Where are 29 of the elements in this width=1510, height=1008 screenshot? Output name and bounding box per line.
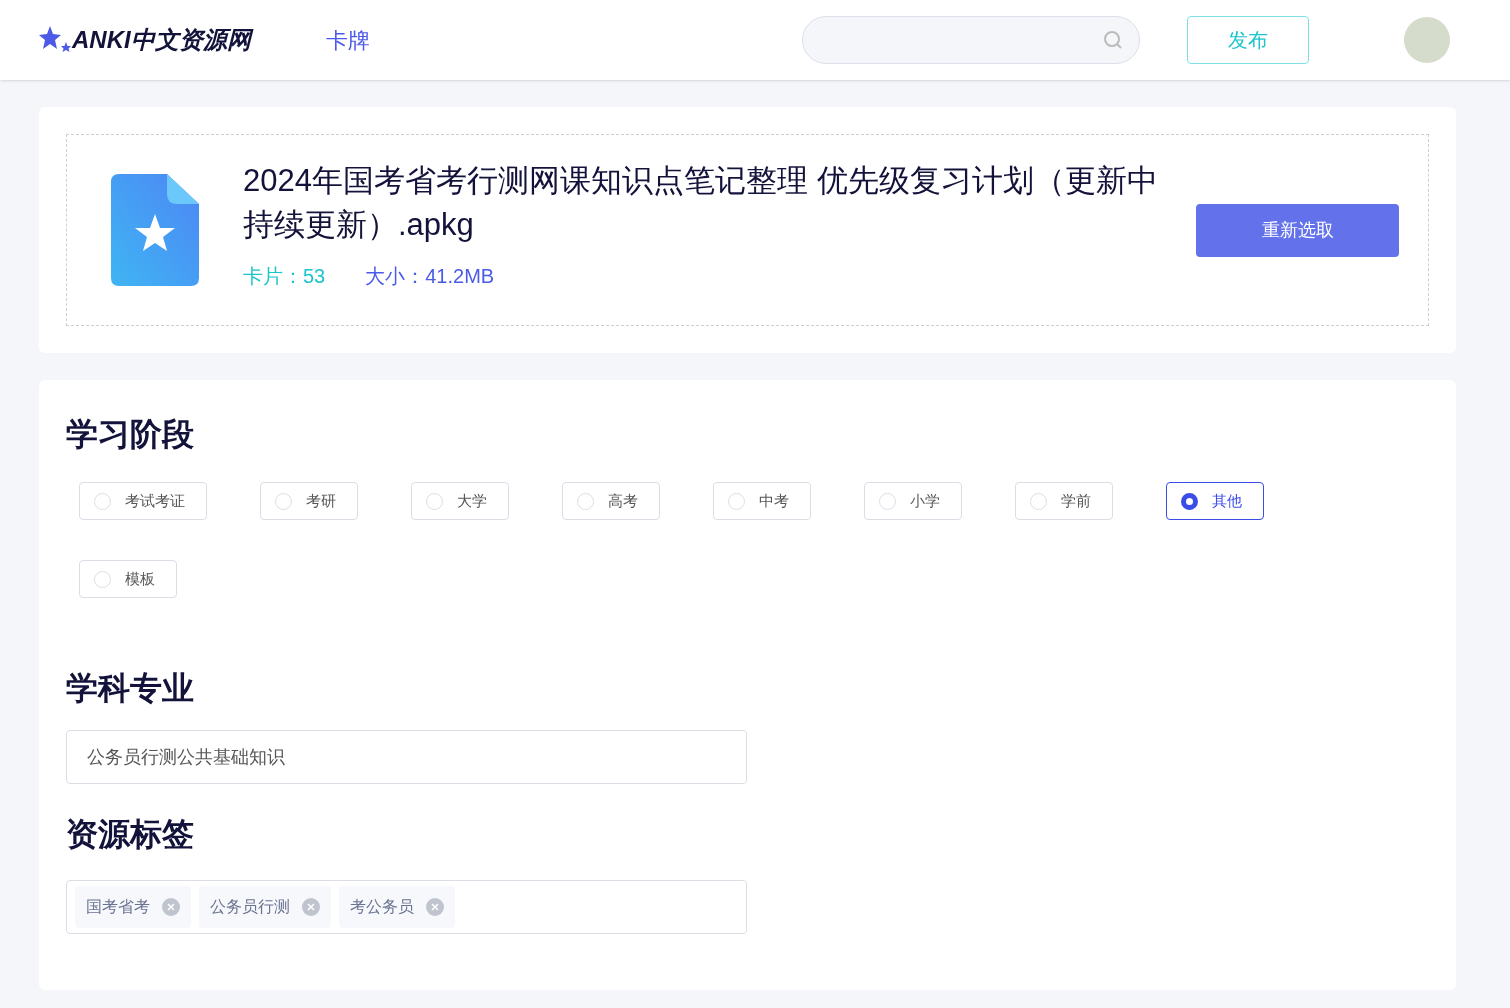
- avatar[interactable]: [1404, 17, 1450, 63]
- section-title: 学科专业: [66, 669, 195, 708]
- subject-field[interactable]: 公务员行测公共基础知识: [66, 730, 747, 784]
- remove-tag-icon[interactable]: [302, 898, 320, 916]
- nav-link[interactable]: 卡牌: [326, 23, 370, 57]
- section-title: 学习阶段: [66, 415, 195, 454]
- tag-chip: 考公务员: [339, 886, 455, 928]
- tag-chip: 国考省考: [75, 886, 191, 928]
- radio-option[interactable]: 大学: [411, 482, 509, 520]
- radio-option[interactable]: 考研: [260, 482, 358, 520]
- tags-field[interactable]: 国考省考 公务员行测 考公务员: [66, 880, 747, 934]
- tag-chip: 公务员行测: [199, 886, 331, 928]
- remove-tag-icon[interactable]: [426, 898, 444, 916]
- radio-option[interactable]: 考试考证: [79, 482, 207, 520]
- radio-option[interactable]: 学前: [1015, 482, 1113, 520]
- reselect-button[interactable]: 重新选取: [1196, 203, 1399, 257]
- radio-option[interactable]: 其他: [1166, 482, 1264, 520]
- radio-option[interactable]: 模板: [79, 560, 177, 598]
- search-field[interactable]: [802, 16, 1140, 64]
- file-size: 大小：41.2MB: [365, 264, 495, 289]
- radio-option[interactable]: 中考: [713, 482, 811, 520]
- radio-option[interactable]: 小学: [864, 482, 962, 520]
- section-title: 资源标签: [66, 815, 195, 854]
- file-icon: [111, 174, 199, 286]
- remove-tag-icon[interactable]: [162, 898, 180, 916]
- card-count: 卡片：53: [243, 264, 326, 289]
- search-icon: [1103, 30, 1123, 50]
- file-name: 2024年国考省考行测网课知识点笔记整理 优先级复习计划（更新中持续更新）.apkg: [243, 162, 1159, 244]
- radio-option[interactable]: 高考: [562, 482, 660, 520]
